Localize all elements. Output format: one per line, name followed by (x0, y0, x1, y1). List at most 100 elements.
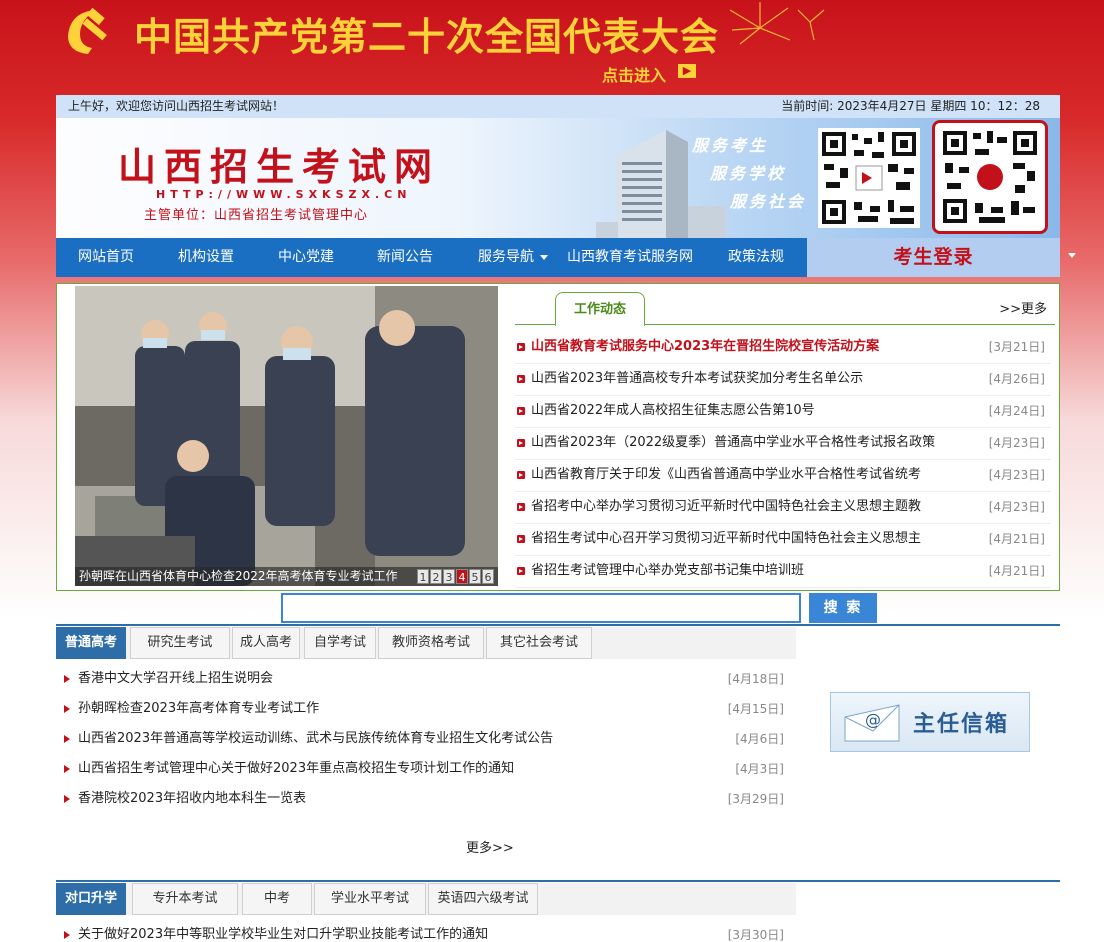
news-slideshow[interactable]: 孙朝晖在山西省体育中心检查2022年高考体育专业考试工作 1 2 3 4 5 6 (75, 286, 498, 586)
news-title[interactable]: 香港中文大学召开线上招生说明会 (78, 664, 273, 694)
list-item[interactable]: 孙朝晖检查2023年高考体育专业考试工作 [4月15日] (56, 694, 796, 724)
site-logo-title[interactable]: 山西招生考试网 (118, 136, 440, 191)
list-item[interactable]: 关于做好2023年中等职业学校毕业生对口升学职业技能考试工作的通知 [3月30日] (56, 920, 796, 942)
candidate-login-button[interactable]: 考生登录 (807, 238, 1060, 277)
list-item[interactable]: 山西省2023年（2022级夏季）普通高中学业水平合格性考试报名政策 [4月23日… (515, 428, 1051, 460)
search-bar: 搜 索 (56, 592, 1060, 625)
nav-news[interactable]: 新闻公告 (377, 238, 433, 277)
director-mailbox-button[interactable]: @ 主任信箱 (830, 692, 1030, 752)
slogan-2: 服务学校 (710, 164, 787, 183)
exam-news-more-link[interactable]: 更多>> (466, 837, 514, 856)
section-divider (56, 624, 1060, 626)
list-item[interactable]: 香港院校2023年招收内地本科生一览表 [3月29日] (56, 784, 796, 814)
nav-party-building[interactable]: 中心党建 (278, 238, 334, 277)
nav-organization[interactable]: 机构设置 (178, 238, 234, 277)
slide-page-5[interactable]: 5 (469, 569, 481, 584)
list-item[interactable]: 山西省教育厅关于印发《山西省普通高中学业水平合格性考试省统考 [4月23日] (515, 460, 1051, 492)
arrow-right-icon: ▶ (678, 64, 696, 78)
list-item[interactable]: 香港中文大学召开线上招生说明会 [4月18日] (56, 664, 796, 694)
news-title[interactable]: 山西省招生考试管理中心关于做好2023年重点高校招生专项计划工作的通知 (78, 754, 514, 784)
bullet-arrow-icon (517, 471, 525, 479)
section-divider (56, 880, 1060, 882)
list-item[interactable]: 山西省2022年成人高校招生征集志愿公告第10号 [4月24日] (515, 396, 1051, 428)
news-title[interactable]: 山西省教育考试服务中心2023年在晋招生院校宣传活动方案 (531, 332, 991, 362)
news-date: [4月18日] (727, 672, 784, 686)
news-title[interactable]: 山西省2023年普通高等学校运动训练、武术与民族传统体育专业招生文化考试公告 (78, 724, 553, 754)
bullet-arrow-icon (517, 343, 525, 351)
banner-enter-link[interactable]: 点击进入 (602, 62, 666, 86)
tab-academic-level-exam[interactable]: 学业水平考试 (314, 883, 426, 915)
news-date: [4月3日] (735, 762, 784, 776)
caret-down-icon[interactable] (1068, 253, 1076, 258)
current-time: 当前时间: 2023年4月27日 星期四 10：12：28 (781, 99, 1040, 113)
slide-page-6[interactable]: 6 (482, 569, 494, 584)
news-title[interactable]: 香港院校2023年招收内地本科生一览表 (78, 784, 306, 814)
news-title[interactable]: 省招考中心举办学习贯彻习近平新时代中国特色社会主义思想主题教 (531, 492, 991, 522)
nav-service-guide[interactable]: 服务导航 (478, 238, 534, 277)
bullet-arrow-icon (517, 439, 525, 447)
news-date: [4月23日] (988, 468, 1045, 482)
tab-zhongkao[interactable]: 中考 (242, 883, 312, 915)
list-item[interactable]: 省招生考试中心召开学习贯彻习近平新时代中国特色社会主义思想主 [4月21日] (515, 524, 1051, 556)
news-title[interactable]: 省招生考试管理中心举办党支部书记集中培训班 (531, 556, 991, 586)
party-congress-banner[interactable]: 中国共产党第二十次全国代表大会 点击进入 ▶ (0, 0, 1104, 95)
slide-page-3[interactable]: 3 (443, 569, 455, 584)
news-title[interactable]: 孙朝晖检查2023年高考体育专业考试工作 (78, 694, 319, 724)
news-title[interactable]: 省招生考试中心召开学习贯彻习近平新时代中国特色社会主义思想主 (531, 524, 991, 554)
nav-policy[interactable]: 政策法规 (728, 238, 784, 277)
nav-home[interactable]: 网站首页 (78, 238, 134, 277)
vocational-news-list: 关于做好2023年中等职业学校毕业生对口升学职业技能考试工作的通知 [3月30日] (56, 920, 796, 942)
search-button[interactable]: 搜 索 (809, 593, 877, 623)
site-header: 山西招生考试网 HTTP://WWW.SXKSZX.CN 主管单位：山西省招生考… (56, 118, 1060, 238)
slide-page-4[interactable]: 4 (456, 569, 468, 584)
svg-text:@: @ (865, 710, 881, 729)
vocational-exam-section: 对口升学 专升本考试 中考 学业水平考试 英语四六级考试 关于做好2023年中等… (56, 880, 1060, 942)
slogan-3: 服务社会 (730, 192, 807, 211)
list-item[interactable]: 省招生考试管理中心举办党支部书记集中培训班 [4月21日] (515, 556, 1051, 588)
news-date: [4月23日] (988, 500, 1045, 514)
news-date: [4月21日] (988, 532, 1045, 546)
news-title[interactable]: 山西省2022年成人高校招生征集志愿公告第10号 (531, 396, 991, 426)
tab-upgrade-exam[interactable]: 专升本考试 (132, 883, 238, 915)
featured-panel: 孙朝晖在山西省体育中心检查2022年高考体育专业考试工作 1 2 3 4 5 6… (56, 283, 1060, 591)
slide-page-1[interactable]: 1 (417, 569, 429, 584)
news-date: [4月24日] (988, 404, 1045, 418)
qr-code-icon[interactable] (818, 128, 920, 228)
fireworks-icon (729, 2, 825, 45)
tab-work-news[interactable]: 工作动态 (555, 292, 645, 326)
list-item[interactable]: 山西省教育考试服务中心2023年在晋招生院校宣传活动方案 [3月21日] (515, 332, 1051, 364)
bullet-arrow-icon (517, 535, 525, 543)
slideshow-photo (75, 286, 498, 586)
arrow-right-icon (64, 795, 70, 803)
work-news-more-link[interactable]: >>更多 (999, 298, 1047, 317)
wechat-qr-code-icon[interactable] (932, 120, 1048, 234)
tab-teacher-cert-exam[interactable]: 教师资格考试 (378, 627, 484, 659)
welcome-text: 上午好，欢迎您访问山西招生考试网站！ (68, 99, 285, 113)
nav-education-exam-service[interactable]: 山西教育考试服务网 (567, 238, 693, 277)
bullet-arrow-icon (517, 375, 525, 383)
news-title[interactable]: 山西省教育厅关于印发《山西省普通高中学业水平合格性考试省统考 (531, 460, 991, 490)
list-item[interactable]: 省招考中心举办学习贯彻习近平新时代中国特色社会主义思想主题教 [4月23日] (515, 492, 1051, 524)
news-date: [4月15日] (727, 702, 784, 716)
tab-vocational-admission[interactable]: 对口升学 (56, 883, 126, 915)
news-date: [4月26日] (988, 372, 1045, 386)
tab-gaokao[interactable]: 普通高考 (56, 627, 126, 659)
banner-title: 中国共产党第二十次全国代表大会 (134, 14, 720, 59)
list-item[interactable]: 山西省招生考试管理中心关于做好2023年重点高校招生专项计划工作的通知 [4月3日… (56, 754, 796, 784)
tab-self-study-exam[interactable]: 自学考试 (304, 627, 376, 659)
tab-other-exams[interactable]: 其它社会考试 (486, 627, 592, 659)
arrow-right-icon (64, 765, 70, 773)
news-date: [3月30日] (727, 928, 784, 942)
news-title[interactable]: 山西省2023年普通高校专升本考试获奖加分考生名单公示 (531, 364, 991, 394)
bullet-arrow-icon (517, 407, 525, 415)
news-title[interactable]: 关于做好2023年中等职业学校毕业生对口升学职业技能考试工作的通知 (78, 920, 488, 942)
list-item[interactable]: 山西省2023年普通高校专升本考试获奖加分考生名单公示 [4月26日] (515, 364, 1051, 396)
list-item[interactable]: 山西省2023年普通高等学校运动训练、武术与民族传统体育专业招生文化考试公告 [4… (56, 724, 796, 754)
tab-adult-exam[interactable]: 成人高考 (232, 627, 300, 659)
tab-cet-exam[interactable]: 英语四六级考试 (428, 883, 538, 915)
search-input[interactable] (281, 593, 801, 623)
tab-graduate-exam[interactable]: 研究生考试 (130, 627, 230, 659)
arrow-right-icon (64, 931, 70, 939)
news-title[interactable]: 山西省2023年（2022级夏季）普通高中学业水平合格性考试报名政策 (531, 428, 991, 458)
slide-page-2[interactable]: 2 (430, 569, 442, 584)
